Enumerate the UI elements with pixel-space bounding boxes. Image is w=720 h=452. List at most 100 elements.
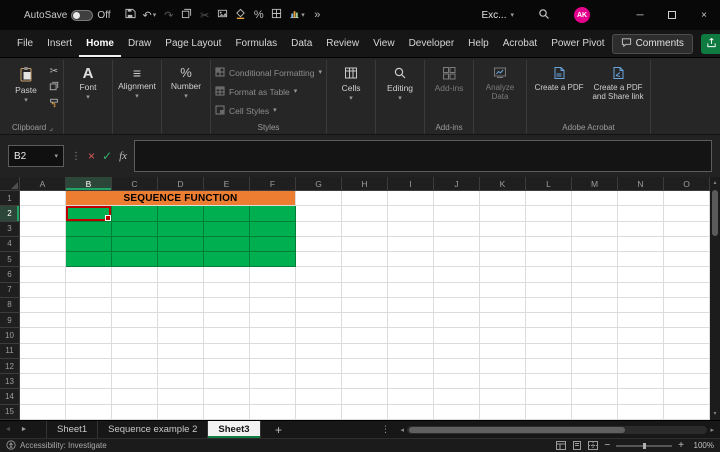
column-header-E[interactable]: E <box>204 177 250 191</box>
cell-B5[interactable] <box>66 252 112 267</box>
format-as-table-button[interactable]: Format as Table ▾ <box>215 82 297 101</box>
cell-D3[interactable] <box>158 222 204 237</box>
cell-O8[interactable] <box>664 298 710 313</box>
cell-J4[interactable] <box>434 237 480 252</box>
zoom-slider[interactable] <box>616 445 672 447</box>
copy-button[interactable] <box>179 5 194 25</box>
cell-N8[interactable] <box>618 298 664 313</box>
cell-E12[interactable] <box>204 359 250 374</box>
cell-H3[interactable] <box>342 222 388 237</box>
document-title[interactable]: Exc... ▾ <box>481 10 514 21</box>
cell-O9[interactable] <box>664 313 710 328</box>
cell-L4[interactable] <box>526 237 572 252</box>
sheet-nav-left-button[interactable]: ◄ <box>0 421 16 438</box>
cell-I12[interactable] <box>388 359 434 374</box>
cell-M12[interactable] <box>572 359 618 374</box>
tab-page-layout[interactable]: Page Layout <box>158 30 228 57</box>
row-header-8[interactable]: 8 <box>0 298 20 313</box>
cut-button[interactable]: ✂ <box>197 5 212 25</box>
cell-G14[interactable] <box>296 389 342 404</box>
cell-I7[interactable] <box>388 283 434 298</box>
cell-G12[interactable] <box>296 359 342 374</box>
cell-L15[interactable] <box>526 405 572 420</box>
cell-O5[interactable] <box>664 252 710 267</box>
addins-button[interactable]: Add-ins <box>429 61 469 93</box>
cell-F5[interactable] <box>250 252 296 267</box>
cell-O2[interactable] <box>664 206 710 221</box>
cut-button-ribbon[interactable]: ✂ <box>50 66 58 77</box>
tab-developer[interactable]: Developer <box>402 30 462 57</box>
cell-K6[interactable] <box>480 267 526 282</box>
cell-I4[interactable] <box>388 237 434 252</box>
insert-picture-button[interactable] <box>215 5 230 25</box>
cell-N1[interactable] <box>618 191 664 206</box>
cell-A6[interactable] <box>20 267 66 282</box>
cell-C2[interactable] <box>112 206 158 221</box>
cell-E11[interactable] <box>204 344 250 359</box>
paste-button[interactable]: Paste ▾ <box>6 61 46 104</box>
formula-bar-handle-icon[interactable]: ⋮ <box>71 151 81 162</box>
cell-B3[interactable] <box>66 222 112 237</box>
cell-J14[interactable] <box>434 389 480 404</box>
horizontal-scrollbar-track[interactable] <box>407 426 707 434</box>
cell-L7[interactable] <box>526 283 572 298</box>
cell-E9[interactable] <box>204 313 250 328</box>
cell-E15[interactable] <box>204 405 250 420</box>
cell-I8[interactable] <box>388 298 434 313</box>
cell-G8[interactable] <box>296 298 342 313</box>
insert-chart-button[interactable]: ▾ <box>287 5 307 25</box>
column-header-I[interactable]: I <box>388 177 434 191</box>
cell-G1[interactable] <box>296 191 342 206</box>
cell-D7[interactable] <box>158 283 204 298</box>
cell-M2[interactable] <box>572 206 618 221</box>
cell-G2[interactable] <box>296 206 342 221</box>
cell-J15[interactable] <box>434 405 480 420</box>
cell-H11[interactable] <box>342 344 388 359</box>
avatar[interactable]: AK <box>574 7 590 23</box>
tab-file[interactable]: File <box>10 30 40 57</box>
cell-H2[interactable] <box>342 206 388 221</box>
sheet-tab-sheet1[interactable]: Sheet1 <box>46 421 98 438</box>
cell-H9[interactable] <box>342 313 388 328</box>
dialog-launcher-icon[interactable]: ⌟ <box>49 123 53 132</box>
cells-menu-button[interactable]: Cells ▾ <box>331 61 371 102</box>
cell-E3[interactable] <box>204 222 250 237</box>
cell-H4[interactable] <box>342 237 388 252</box>
cell-A8[interactable] <box>20 298 66 313</box>
cell-B8[interactable] <box>66 298 112 313</box>
cell-L3[interactable] <box>526 222 572 237</box>
share-button[interactable]: ▾ <box>701 34 720 54</box>
cell-C3[interactable] <box>112 222 158 237</box>
scroll-right-icon[interactable]: ▸ <box>710 426 714 434</box>
cell-N2[interactable] <box>618 206 664 221</box>
cell-J13[interactable] <box>434 374 480 389</box>
row-header-7[interactable]: 7 <box>0 283 20 298</box>
cell-H7[interactable] <box>342 283 388 298</box>
cell-J12[interactable] <box>434 359 480 374</box>
copy-button-ribbon[interactable] <box>49 81 59 94</box>
cell-E7[interactable] <box>204 283 250 298</box>
cell-O15[interactable] <box>664 405 710 420</box>
cell-H5[interactable] <box>342 252 388 267</box>
cell-C12[interactable] <box>112 359 158 374</box>
cell-F2[interactable] <box>250 206 296 221</box>
row-header-9[interactable]: 9 <box>0 313 20 328</box>
row-header-14[interactable]: 14 <box>0 389 20 404</box>
cell-I3[interactable] <box>388 222 434 237</box>
cell-K13[interactable] <box>480 374 526 389</box>
cell-L10[interactable] <box>526 328 572 343</box>
cell-L11[interactable] <box>526 344 572 359</box>
cell-G6[interactable] <box>296 267 342 282</box>
cell-H14[interactable] <box>342 389 388 404</box>
cell-K2[interactable] <box>480 206 526 221</box>
cell-M6[interactable] <box>572 267 618 282</box>
cell-G10[interactable] <box>296 328 342 343</box>
scroll-left-icon[interactable]: ◂ <box>401 426 405 434</box>
row-header-15[interactable]: 15 <box>0 405 20 420</box>
cell-J6[interactable] <box>434 267 480 282</box>
column-header-N[interactable]: N <box>618 177 664 191</box>
cell-D10[interactable] <box>158 328 204 343</box>
cell-D12[interactable] <box>158 359 204 374</box>
accessibility-status[interactable]: Accessibility: Investigate <box>6 440 107 452</box>
cell-M1[interactable] <box>572 191 618 206</box>
